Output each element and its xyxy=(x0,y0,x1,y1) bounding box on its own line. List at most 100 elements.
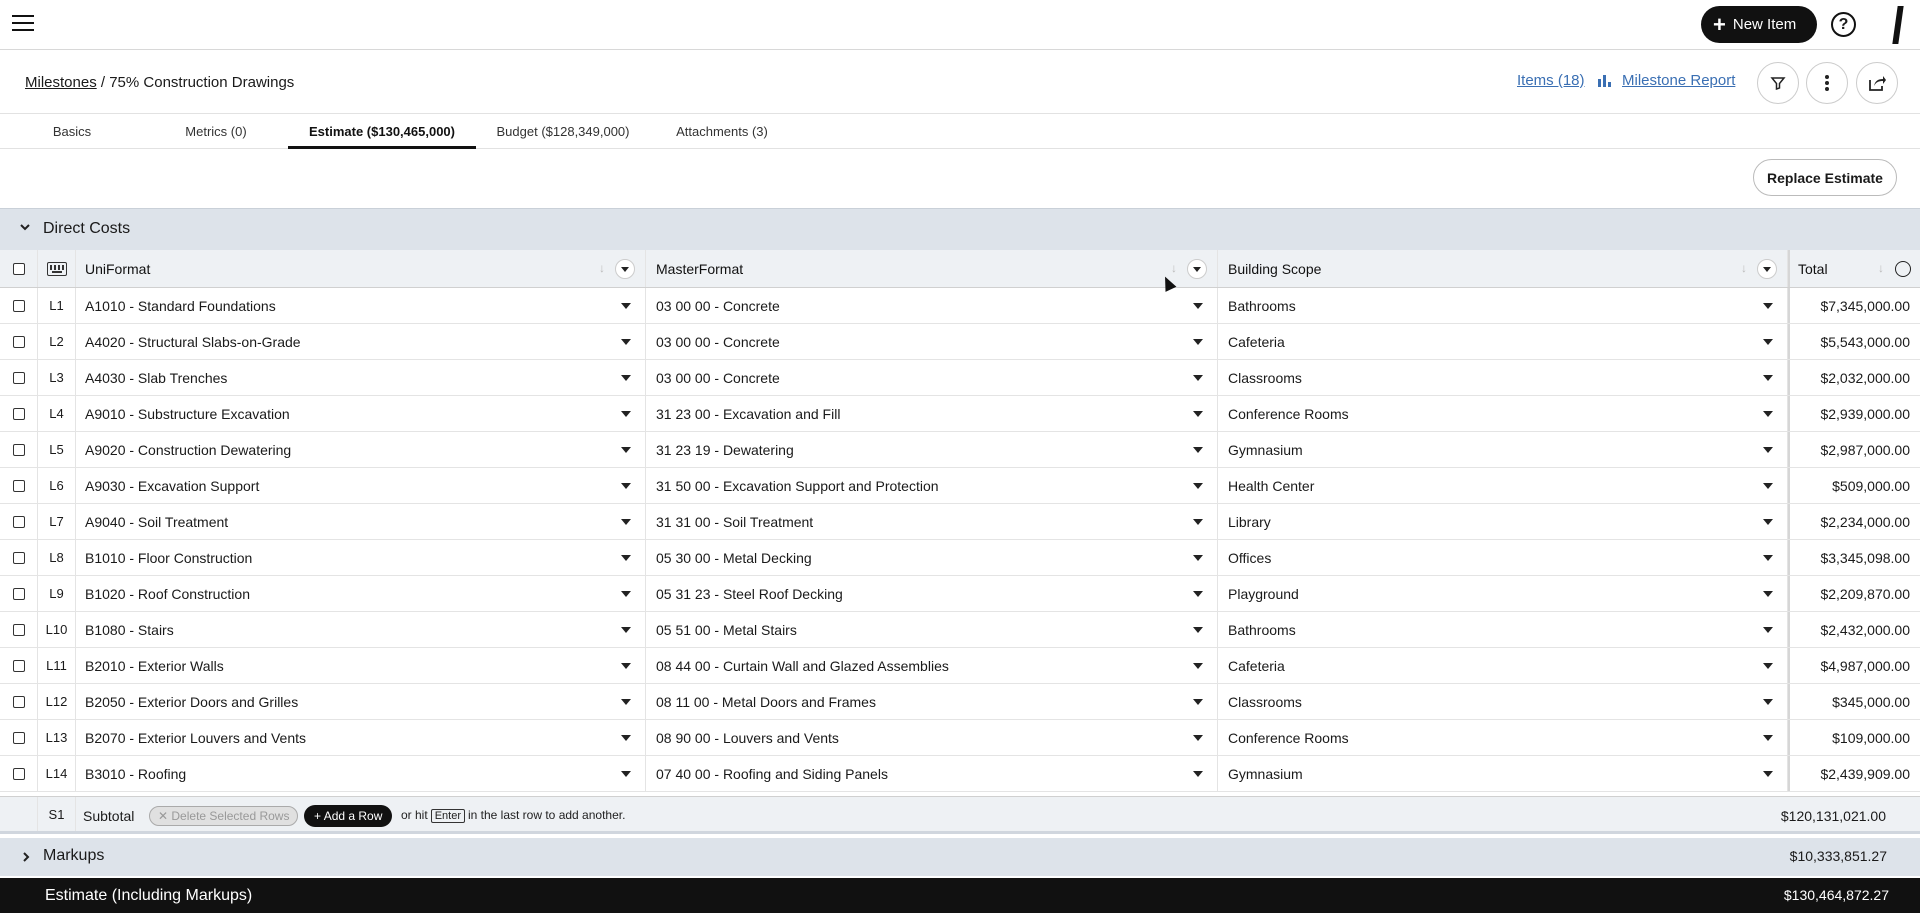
dropdown-arrow-icon[interactable] xyxy=(1193,590,1203,597)
dropdown-arrow-icon[interactable] xyxy=(1763,662,1773,669)
row-checkbox[interactable] xyxy=(12,335,25,348)
markups-header[interactable]: Markups $10,333,851.27 xyxy=(0,838,1920,876)
dropdown-arrow-icon[interactable] xyxy=(1763,626,1773,633)
total-cell[interactable]: $345,000.00 xyxy=(1788,684,1920,719)
dropdown-arrow-icon[interactable] xyxy=(1193,482,1203,489)
add-row-button[interactable]: + Add a Row xyxy=(304,805,393,827)
breadcrumb-milestones-link[interactable]: Milestones xyxy=(25,74,97,91)
dropdown-arrow-icon[interactable] xyxy=(621,518,631,525)
new-item-button[interactable]: + New Item xyxy=(1701,6,1817,43)
table-row[interactable]: L12 B2050 - Exterior Doors and Grilles 08 … xyxy=(0,684,1920,720)
building-scope-cell[interactable]: Cafeteria xyxy=(1218,648,1788,683)
row-checkbox[interactable] xyxy=(12,299,25,312)
table-row[interactable]: L14 B3010 - Roofing 07 40 00 - Roofing and… xyxy=(0,756,1920,792)
dropdown-arrow-icon[interactable] xyxy=(621,302,631,309)
share-button[interactable] xyxy=(1856,62,1898,104)
keyboard-icon[interactable] xyxy=(46,261,67,276)
row-checkbox[interactable] xyxy=(12,695,25,708)
total-cell[interactable]: $2,987,000.00 xyxy=(1788,432,1920,467)
milestone-report-link[interactable]: Milestone Report xyxy=(1622,72,1735,89)
column-menu-icon[interactable] xyxy=(1187,259,1207,279)
dropdown-arrow-icon[interactable] xyxy=(1193,410,1203,417)
total-cell[interactable]: $109,000.00 xyxy=(1788,720,1920,755)
table-row[interactable]: L9 B1020 - Roof Construction 05 31 23 - St… xyxy=(0,576,1920,612)
dropdown-arrow-icon[interactable] xyxy=(621,410,631,417)
building-scope-cell[interactable]: Gymnasium xyxy=(1218,756,1788,791)
total-cell[interactable]: $2,234,000.00 xyxy=(1788,504,1920,539)
building-scope-cell[interactable]: Classrooms xyxy=(1218,360,1788,395)
masterformat-cell[interactable]: 03 00 00 - Concrete xyxy=(646,288,1218,323)
masterformat-cell[interactable]: 07 40 00 - Roofing and Siding Panels xyxy=(646,756,1218,791)
dropdown-arrow-icon[interactable] xyxy=(1193,554,1203,561)
masterformat-cell[interactable]: 08 90 00 - Louvers and Vents xyxy=(646,720,1218,755)
column-settings-icon[interactable] xyxy=(1895,261,1911,277)
table-row[interactable]: L6 A9030 - Excavation Support 31 50 00 - E… xyxy=(0,468,1920,504)
row-checkbox[interactable] xyxy=(12,587,25,600)
uniformat-cell[interactable]: B2070 - Exterior Louvers and Vents xyxy=(76,720,646,755)
dropdown-arrow-icon[interactable] xyxy=(1193,518,1203,525)
masterformat-cell[interactable]: 05 51 00 - Metal Stairs xyxy=(646,612,1218,647)
table-row[interactable]: L5 A9020 - Construction Dewatering 31 23 1… xyxy=(0,432,1920,468)
dropdown-arrow-icon[interactable] xyxy=(1193,302,1203,309)
row-checkbox[interactable] xyxy=(12,623,25,636)
row-checkbox[interactable] xyxy=(12,515,25,528)
help-icon[interactable]: ? xyxy=(1831,12,1856,37)
building-scope-cell[interactable]: Cafeteria xyxy=(1218,324,1788,359)
masterformat-header[interactable]: MasterFormat ↓ xyxy=(646,250,1218,287)
tab-metrics[interactable]: Metrics (0) xyxy=(165,114,267,149)
dropdown-arrow-icon[interactable] xyxy=(1763,770,1773,777)
dropdown-arrow-icon[interactable] xyxy=(621,554,631,561)
hamburger-menu-icon[interactable] xyxy=(12,15,34,33)
table-row[interactable]: L1 A1010 - Standard Foundations 03 00 00 -… xyxy=(0,288,1920,324)
row-checkbox[interactable] xyxy=(12,767,25,780)
table-row[interactable]: L3 A4030 - Slab Trenches 03 00 00 - Concre… xyxy=(0,360,1920,396)
select-all-checkbox[interactable] xyxy=(12,262,25,275)
dropdown-arrow-icon[interactable] xyxy=(1763,302,1773,309)
more-options-button[interactable] xyxy=(1806,62,1848,104)
total-cell[interactable]: $2,439,909.00 xyxy=(1788,756,1920,791)
dropdown-arrow-icon[interactable] xyxy=(621,482,631,489)
building-scope-cell[interactable]: Conference Rooms xyxy=(1218,720,1788,755)
building-scope-cell[interactable]: Health Center xyxy=(1218,468,1788,503)
items-link[interactable]: Items (18) xyxy=(1517,72,1585,89)
total-cell[interactable]: $7,345,000.00 xyxy=(1788,288,1920,323)
dropdown-arrow-icon[interactable] xyxy=(1763,482,1773,489)
tab-attachments[interactable]: Attachments (3) xyxy=(668,114,776,149)
uniformat-cell[interactable]: B1010 - Floor Construction xyxy=(76,540,646,575)
dropdown-arrow-icon[interactable] xyxy=(1763,734,1773,741)
sort-arrow-icon[interactable]: ↓ xyxy=(1171,261,1177,275)
row-checkbox[interactable] xyxy=(12,407,25,420)
dropdown-arrow-icon[interactable] xyxy=(1763,590,1773,597)
column-menu-icon[interactable] xyxy=(615,259,635,279)
masterformat-cell[interactable]: 03 00 00 - Concrete xyxy=(646,360,1218,395)
total-cell[interactable]: $4,987,000.00 xyxy=(1788,648,1920,683)
masterformat-cell[interactable]: 08 44 00 - Curtain Wall and Glazed Assem… xyxy=(646,648,1218,683)
chevron-down-icon[interactable] xyxy=(19,220,31,236)
uniformat-cell[interactable]: A1010 - Standard Foundations xyxy=(76,288,646,323)
masterformat-cell[interactable]: 05 30 00 - Metal Decking xyxy=(646,540,1218,575)
building-scope-cell[interactable]: Offices xyxy=(1218,540,1788,575)
direct-costs-header[interactable]: Direct Costs xyxy=(0,208,1920,250)
dropdown-arrow-icon[interactable] xyxy=(1193,338,1203,345)
dropdown-arrow-icon[interactable] xyxy=(621,626,631,633)
table-row[interactable]: L8 B1010 - Floor Construction 05 30 00 - M… xyxy=(0,540,1920,576)
building-scope-cell[interactable]: Bathrooms xyxy=(1218,612,1788,647)
building-scope-header[interactable]: Building Scope ↓ xyxy=(1218,250,1788,287)
row-checkbox[interactable] xyxy=(12,659,25,672)
building-scope-cell[interactable]: Library xyxy=(1218,504,1788,539)
building-scope-cell[interactable]: Classrooms xyxy=(1218,684,1788,719)
uniformat-cell[interactable]: B2010 - Exterior Walls xyxy=(76,648,646,683)
total-cell[interactable]: $2,432,000.00 xyxy=(1788,612,1920,647)
total-header[interactable]: Total ↓ xyxy=(1788,250,1920,287)
uniformat-cell[interactable]: A4030 - Slab Trenches xyxy=(76,360,646,395)
dropdown-arrow-icon[interactable] xyxy=(621,698,631,705)
column-menu-icon[interactable] xyxy=(1757,259,1777,279)
dropdown-arrow-icon[interactable] xyxy=(1763,698,1773,705)
uniformat-cell[interactable]: B2050 - Exterior Doors and Grilles xyxy=(76,684,646,719)
building-scope-cell[interactable]: Gymnasium xyxy=(1218,432,1788,467)
dropdown-arrow-icon[interactable] xyxy=(621,734,631,741)
row-checkbox[interactable] xyxy=(12,443,25,456)
table-row[interactable]: L4 A9010 - Substructure Excavation 31 23 0… xyxy=(0,396,1920,432)
total-cell[interactable]: $2,939,000.00 xyxy=(1788,396,1920,431)
uniformat-header[interactable]: UniFormat ↓ xyxy=(76,250,646,287)
